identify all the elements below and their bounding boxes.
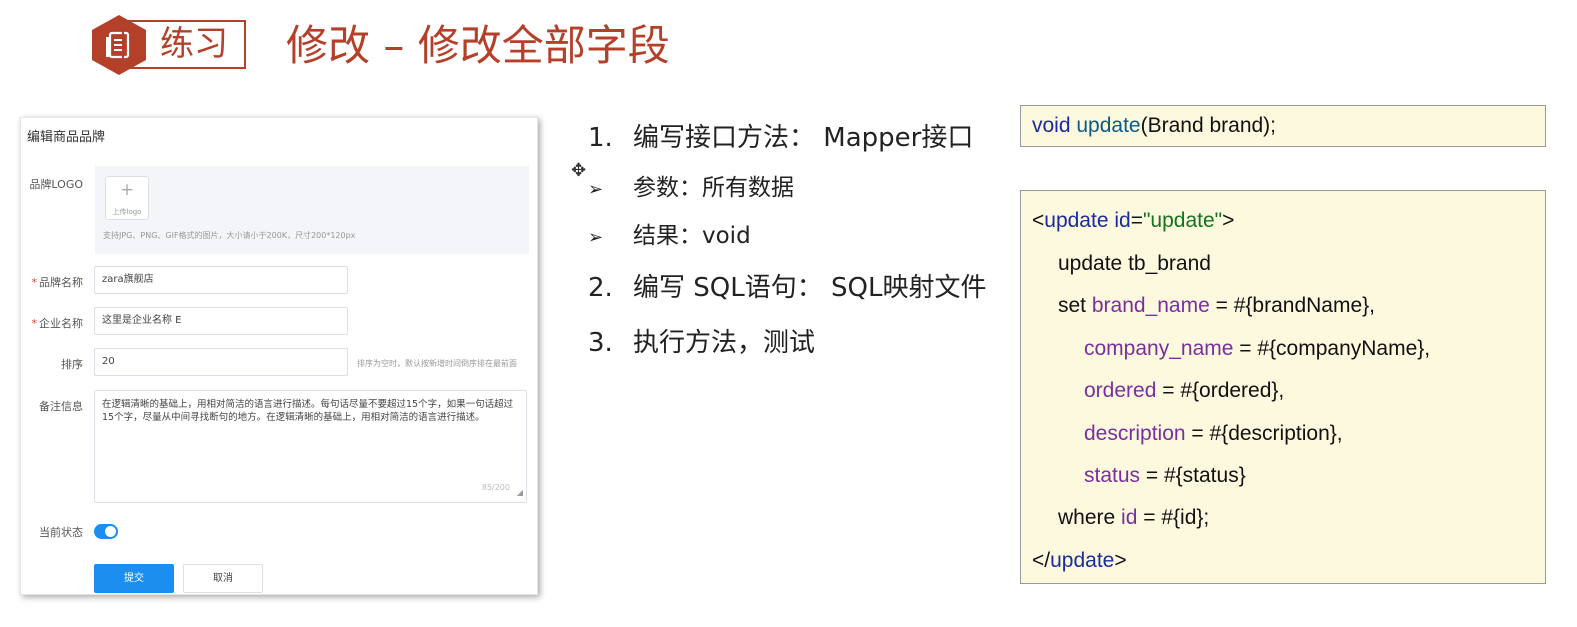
description-label: 备注信息 (39, 400, 83, 413)
logo-hint: 支持JPG、PNG、GIF格式的图片，大小请小于200K，尺寸200*120px (103, 231, 356, 240)
status-label: 当前状态 (39, 526, 83, 539)
brand-name-label: * 品牌名称 (31, 276, 84, 289)
upload-logo-button[interactable]: + 上传logo (105, 176, 149, 220)
code-line-3: set brand_name = #{brandName}, (1058, 294, 1375, 317)
code-line-4: company_name = #{companyName}, (1084, 337, 1431, 360)
code-line-7: status = #{status} (1084, 464, 1246, 487)
code-line-5: ordered = #{ordered}, (1084, 379, 1285, 402)
submit-button[interactable]: 提交 (94, 564, 174, 593)
description-text: 在逻辑清晰的基础上，用相对简洁的语言进行描述。每句话尽量不要超过15个字，如果一… (102, 399, 514, 423)
step-1: 1. 编写接口方法： Mapper接口 (588, 123, 974, 153)
ordered-input[interactable]: 20 (94, 348, 348, 376)
step-1-param: ➢ 参数：所有数据 (588, 172, 794, 206)
logo-upload-area: + 上传logo 支持JPG、PNG、GIF格式的图片，大小请小于200K，尺寸… (95, 166, 529, 254)
page-title: 修改 – 修改全部字段 (286, 21, 670, 70)
plus-icon: + (119, 180, 135, 200)
code-line-6: description = #{description}, (1084, 422, 1343, 445)
required-mark: * (31, 317, 38, 330)
arrow-icon: ➢ (588, 179, 604, 200)
description-textarea[interactable]: 在逻辑清晰的基础上，用相对简洁的语言进行描述。每句话尽量不要超过15个字，如果一… (94, 390, 527, 503)
badge-label: 练习 (160, 24, 228, 64)
step-3: 3. 执行方法，测试 (588, 328, 816, 358)
code-line-8: where id = #{id}; (1058, 506, 1210, 529)
char-counter: 85/200 (481, 483, 510, 492)
logo-label: 品牌LOGO (29, 178, 83, 191)
ordered-hint: 排序为空时，默认按新增时间倒序排在最前面 (357, 359, 517, 368)
code-line-1: <update id="update"> (1032, 209, 1235, 232)
status-toggle[interactable] (94, 524, 118, 539)
move-cursor-icon: ✥ (571, 160, 587, 181)
arrow-icon: ➢ (588, 227, 604, 248)
brand-name-input[interactable]: zara旗舰店 (94, 266, 348, 294)
step-2: 2. 编写 SQL语句： SQL映射文件 (588, 273, 987, 303)
mapper-method-code: void update(Brand brand); (1020, 105, 1546, 147)
step-1-result: ➢ 结果：void (588, 220, 751, 254)
ordered-label: 排序 (61, 358, 83, 371)
upload-logo-text: 上传logo (112, 208, 142, 216)
edit-brand-dialog: 编辑商品品牌 品牌LOGO + 上传logo 支持JPG、PNG、GIF格式的图… (20, 117, 538, 595)
code-line-9: </update> (1032, 549, 1127, 572)
company-name-label: * 企业名称 (31, 317, 84, 330)
cancel-button[interactable]: 取消 (183, 564, 263, 593)
company-name-input[interactable]: 这里是企业名称 E (94, 307, 348, 335)
sql-mapping-code: <update id="update"> update tb_brand set… (1020, 190, 1546, 584)
dialog-title: 编辑商品品牌 (27, 130, 106, 145)
resize-grip-icon[interactable]: ◢ (517, 486, 523, 499)
required-mark: * (31, 276, 38, 289)
code-line-2: update tb_brand (1058, 252, 1211, 275)
